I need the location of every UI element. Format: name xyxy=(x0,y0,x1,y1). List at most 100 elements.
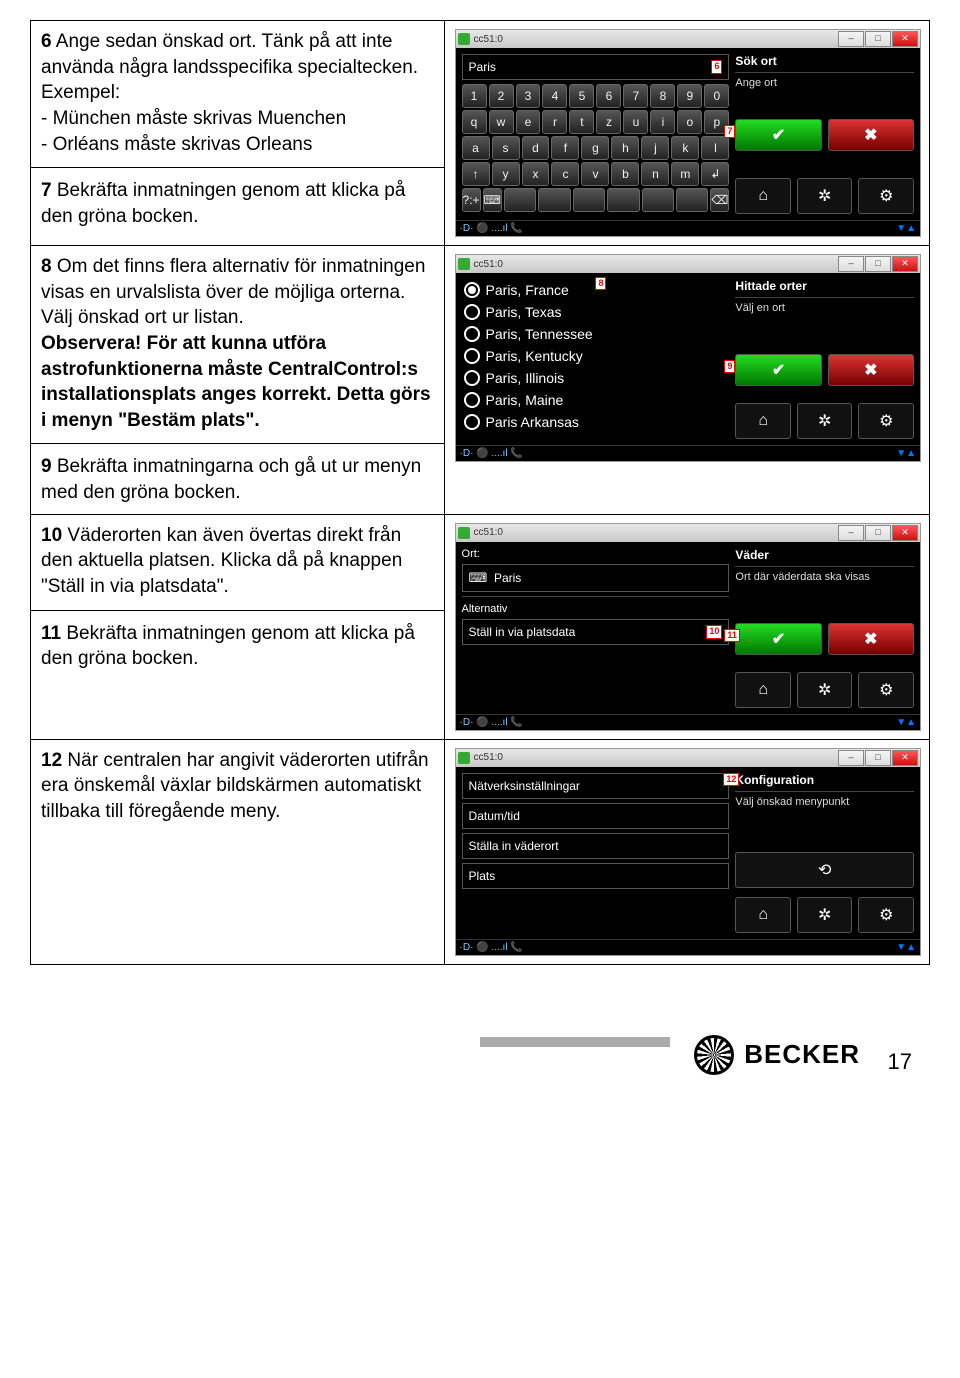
key-e[interactable]: e xyxy=(516,110,541,134)
key-h[interactable]: h xyxy=(611,136,639,160)
gear-icon[interactable]: ⚙ xyxy=(858,403,914,439)
key-j[interactable]: j xyxy=(641,136,669,160)
key-b[interactable]: b xyxy=(611,162,639,186)
key-9[interactable]: 9 xyxy=(677,84,702,108)
step10-11-text: 10 Väderorten kan även övertas direkt fr… xyxy=(31,514,445,739)
city-input[interactable]: Paris 6 xyxy=(462,54,730,80)
key-k[interactable]: k xyxy=(671,136,699,160)
screenshot-config: cc51:0 – □ ✕ NätverksinställningarDatum/… xyxy=(444,739,929,964)
key-v[interactable]: v xyxy=(581,162,609,186)
city-option[interactable]: Paris, Maine xyxy=(462,389,730,411)
menu-item[interactable]: Plats xyxy=(462,863,730,889)
key-w[interactable]: w xyxy=(489,110,514,134)
radio-icon xyxy=(464,282,480,298)
minimize-button[interactable]: – xyxy=(838,31,864,47)
back-button[interactable]: ⟲ xyxy=(735,852,914,888)
fan-icon[interactable]: ✲ xyxy=(797,897,853,933)
menu-item[interactable]: Ställa in väderort xyxy=(462,833,730,859)
key-g[interactable]: g xyxy=(581,136,609,160)
step6-7-text: 6 Ange sedan önskad ort. Tänk på att int… xyxy=(31,21,445,246)
key-i[interactable]: i xyxy=(650,110,675,134)
fan-icon[interactable]: ✲ xyxy=(797,403,853,439)
key-m[interactable]: m xyxy=(671,162,699,186)
menu-item[interactable]: Datum/tid xyxy=(462,803,730,829)
set-via-location-button[interactable]: Ställ in via platsdata 10 xyxy=(462,619,730,645)
confirm-button[interactable]: 11 xyxy=(735,623,821,655)
panel-heading: 12 Konfiguration xyxy=(735,773,914,792)
key-l[interactable]: l xyxy=(701,136,729,160)
key-5[interactable]: 5 xyxy=(569,84,594,108)
key-a[interactable]: a xyxy=(462,136,490,160)
key-4[interactable]: 4 xyxy=(542,84,567,108)
key-↑[interactable]: ↑ xyxy=(462,162,490,186)
key-z[interactable]: z xyxy=(596,110,621,134)
key-d[interactable]: d xyxy=(522,136,550,160)
key-space[interactable] xyxy=(538,188,570,212)
marker-11: 11 xyxy=(724,629,740,642)
key-3[interactable]: 3 xyxy=(516,84,541,108)
close-button[interactable]: ✕ xyxy=(892,31,918,47)
key-x[interactable]: x xyxy=(522,162,550,186)
home-icon[interactable]: ⌂ xyxy=(735,897,791,933)
home-icon[interactable]: ⌂ xyxy=(735,672,791,708)
gear-icon[interactable]: ⚙ xyxy=(858,178,914,214)
key-c[interactable]: c xyxy=(551,162,579,186)
key-t[interactable]: t xyxy=(569,110,594,134)
onscreen-keyboard[interactable]: 1234567890qwertzuiopasdfghjkl↑yxcvbnm↲?:… xyxy=(462,84,730,212)
app-icon xyxy=(458,33,470,45)
key-space[interactable] xyxy=(504,188,536,212)
window-title: cc51:0 xyxy=(474,34,837,45)
key-⌨[interactable]: ⌨ xyxy=(483,188,502,212)
city-option[interactable]: Paris, Tennessee xyxy=(462,323,730,345)
key-u[interactable]: u xyxy=(623,110,648,134)
panel-subtext: Ange ort xyxy=(735,77,914,89)
cancel-button[interactable] xyxy=(828,623,914,655)
key-7[interactable]: 7 xyxy=(623,84,648,108)
key-2[interactable]: 2 xyxy=(489,84,514,108)
fan-icon[interactable]: ✲ xyxy=(797,178,853,214)
cancel-button[interactable] xyxy=(828,354,914,386)
key-⌫[interactable]: ⌫ xyxy=(710,188,729,212)
key-r[interactable]: r xyxy=(542,110,567,134)
confirm-button[interactable]: 9 xyxy=(735,354,821,386)
key-↲[interactable]: ↲ xyxy=(701,162,729,186)
cancel-button[interactable] xyxy=(828,119,914,151)
key-1[interactable]: 1 xyxy=(462,84,487,108)
city-option[interactable]: Paris, Illinois xyxy=(462,367,730,389)
panel-heading: Hittade orter xyxy=(735,279,914,298)
maximize-button[interactable]: □ xyxy=(865,31,891,47)
key-o[interactable]: o xyxy=(677,110,702,134)
step8-9-text: 8 Om det finns flera alternativ för inma… xyxy=(31,246,445,515)
home-icon[interactable]: ⌂ xyxy=(735,403,791,439)
key-0[interactable]: 0 xyxy=(704,84,729,108)
key-n[interactable]: n xyxy=(641,162,669,186)
key-space[interactable] xyxy=(642,188,674,212)
key-f[interactable]: f xyxy=(551,136,579,160)
menu-item[interactable]: Nätverksinställningar xyxy=(462,773,730,799)
confirm-button[interactable]: 7 xyxy=(735,119,821,151)
city-option[interactable]: Paris, Kentucky xyxy=(462,345,730,367)
fan-icon[interactable]: ✲ xyxy=(797,672,853,708)
key-space[interactable] xyxy=(573,188,605,212)
key-q[interactable]: q xyxy=(462,110,487,134)
page-number: 17 xyxy=(888,1049,912,1075)
radio-icon xyxy=(464,326,480,342)
city-option[interactable]: Paris Arkansas xyxy=(462,411,730,433)
gear-icon[interactable]: ⚙ xyxy=(858,897,914,933)
key-?:+[interactable]: ?:+ xyxy=(462,188,481,212)
gear-icon[interactable]: ⚙ xyxy=(858,672,914,708)
key-s[interactable]: s xyxy=(492,136,520,160)
marker-7: 7 xyxy=(724,125,735,138)
status-bar: ·D· ⚫ ....ıl 📞▼▲ xyxy=(456,220,920,236)
key-y[interactable]: y xyxy=(492,162,520,186)
brand-badge-icon xyxy=(694,1035,734,1075)
marker-10: 10 xyxy=(706,625,722,639)
home-icon[interactable]: ⌂ xyxy=(735,178,791,214)
key-space[interactable] xyxy=(676,188,708,212)
city-option[interactable]: Paris, Texas xyxy=(462,301,730,323)
key-6[interactable]: 6 xyxy=(596,84,621,108)
key-space[interactable] xyxy=(607,188,639,212)
key-8[interactable]: 8 xyxy=(650,84,675,108)
ort-value-button[interactable]: ⌨ Paris xyxy=(462,564,730,592)
window-titlebar: cc51:0 – □ ✕ xyxy=(456,30,920,48)
